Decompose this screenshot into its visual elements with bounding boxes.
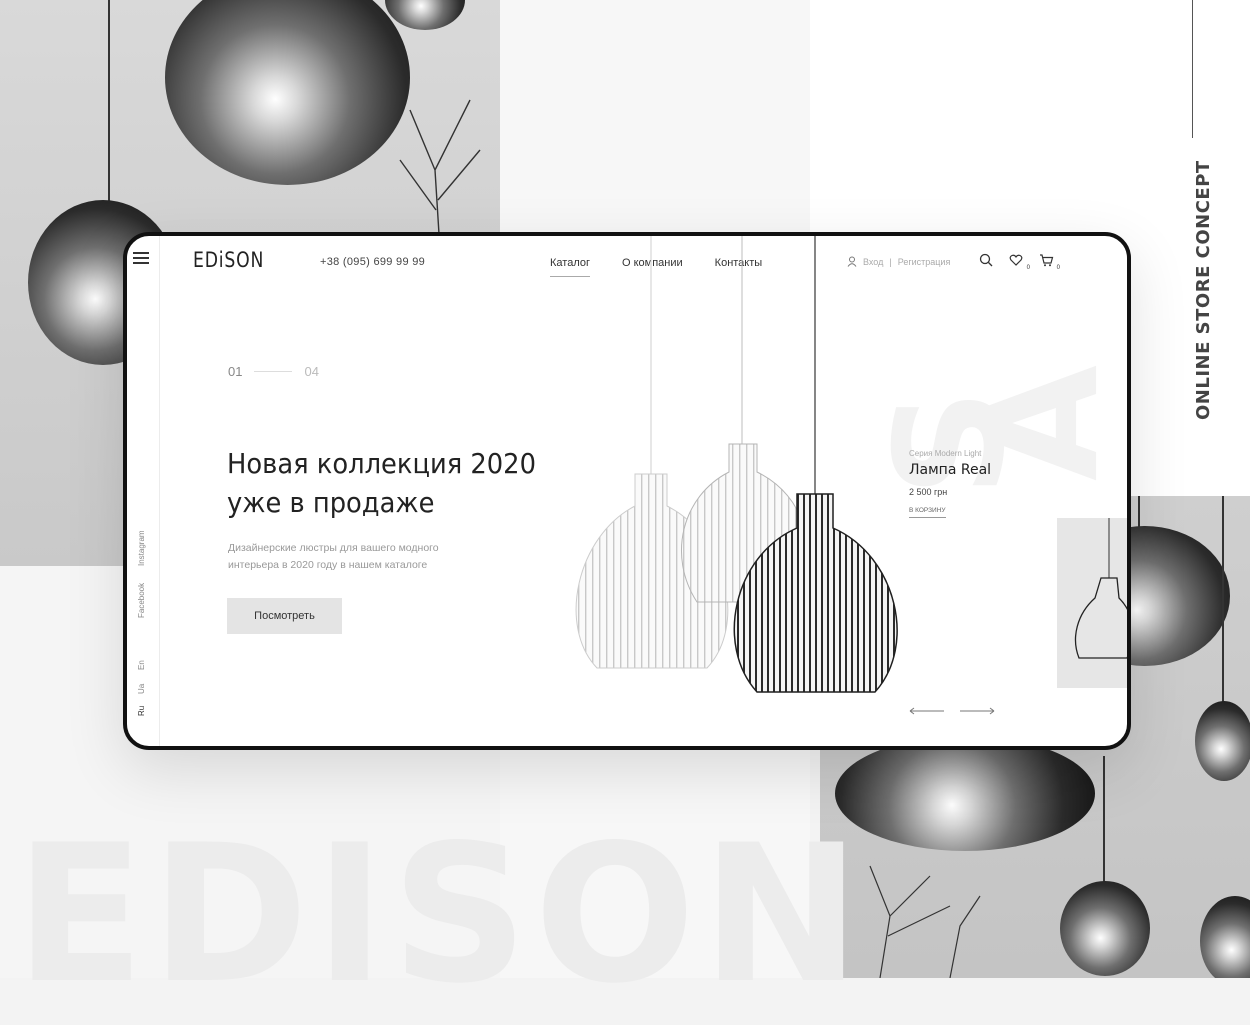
- chrome-sphere-lamp: [385, 0, 465, 30]
- lang-ua[interactable]: Ua: [137, 684, 146, 694]
- wishlist-count: 0: [1026, 265, 1030, 271]
- hero-title: Новая коллекция 2020 уже в продаже: [227, 444, 540, 522]
- chrome-sphere-lamp: [165, 0, 410, 185]
- chrome-sphere-lamp: [1195, 701, 1250, 781]
- slider-arrows: [909, 706, 995, 716]
- add-to-cart-link[interactable]: В корзину: [909, 507, 946, 518]
- hero-subtitle: Дизайнерские люстры для вашего модного и…: [228, 540, 488, 574]
- phone-number[interactable]: +38 (095) 699 99 99: [320, 256, 425, 268]
- branches-decoration: [869, 865, 981, 978]
- website-mockup: S A Instagram Facebook En Ua Ru EDiSON +…: [123, 232, 1131, 750]
- cart-icon[interactable]: 0: [1039, 253, 1060, 271]
- branches-decoration: [399, 99, 481, 250]
- pendant-lamps-image: [575, 236, 898, 693]
- chrome-sphere-lamp: [1200, 896, 1250, 978]
- sidebar: Instagram Facebook En Ua Ru: [127, 236, 160, 746]
- slide-counter: 01 04: [228, 364, 319, 379]
- chrome-sphere-lamp: [835, 736, 1095, 851]
- caption-divider: [1192, 0, 1193, 138]
- hero-title-line1: Новая коллекция 2020: [227, 447, 536, 480]
- menu-icon[interactable]: [133, 252, 149, 264]
- lamp-cord: [108, 0, 110, 230]
- hero-subtitle-line1: Дизайнерские люстры для вашего модного: [228, 542, 439, 554]
- wishlist-icon[interactable]: 0: [1009, 253, 1030, 271]
- slide-current: 01: [228, 364, 243, 379]
- arrow-left-icon[interactable]: [909, 706, 945, 716]
- chrome-sphere-lamp: [1060, 881, 1150, 976]
- next-slide-preview[interactable]: [1057, 518, 1127, 688]
- site-logo[interactable]: EDiSON: [193, 248, 264, 272]
- lamp-cord: [1222, 496, 1224, 716]
- lang-ru[interactable]: Ru: [137, 706, 146, 716]
- product-name[interactable]: Лампа Real: [909, 462, 991, 478]
- slide-progress-line: [254, 371, 293, 372]
- product-series: Серия Modern Light: [909, 449, 982, 458]
- product-price: 2 500 грн: [909, 487, 948, 497]
- slide-total: 04: [304, 364, 319, 379]
- side-caption: ONLINE STORE CONCEPT: [1193, 160, 1214, 420]
- header-icons: 0 0: [979, 253, 1060, 271]
- search-icon[interactable]: [979, 253, 995, 269]
- backdrop-watermark: EDISON: [15, 804, 867, 1025]
- hero-subtitle-line2: интерьера в 2020 году в нашем каталоге: [228, 559, 428, 571]
- arrow-right-icon[interactable]: [959, 706, 995, 716]
- lang-en[interactable]: En: [137, 660, 146, 670]
- facebook-link[interactable]: Facebook: [137, 583, 146, 618]
- lamp-cord: [1103, 756, 1105, 886]
- cart-count: 0: [1056, 265, 1060, 271]
- instagram-link[interactable]: Instagram: [137, 530, 146, 566]
- view-button[interactable]: Посмотреть: [227, 598, 342, 634]
- hero-title-line2: уже в продаже: [227, 486, 435, 519]
